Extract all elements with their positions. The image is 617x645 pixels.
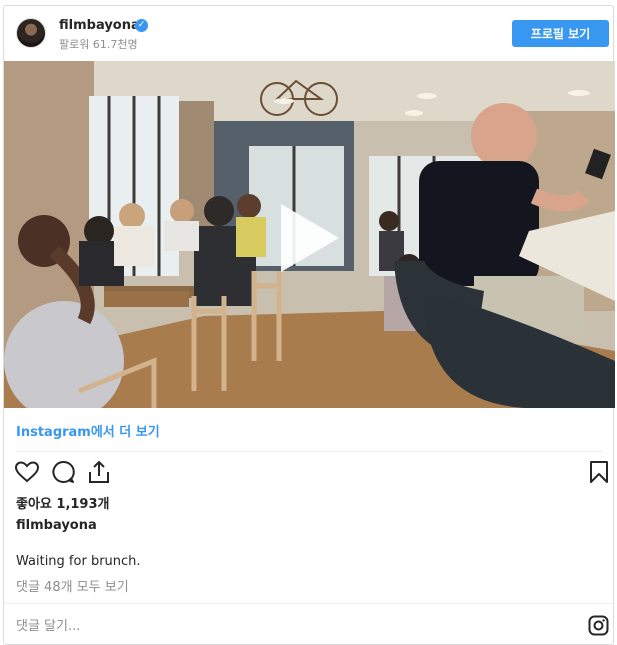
share-icon[interactable] [86, 459, 112, 485]
video-thumbnail[interactable] [4, 61, 615, 408]
view-more-on-instagram-link[interactable]: Instagram에서 더 보기 [16, 421, 160, 440]
view-profile-button[interactable]: 프로필 보기 [512, 20, 609, 47]
likes-count[interactable]: 좋아요 1,193개 [16, 493, 110, 512]
divider [4, 603, 613, 604]
add-comment-input[interactable] [16, 616, 576, 636]
verified-badge-icon: ✓ [135, 19, 148, 32]
play-icon[interactable] [281, 204, 339, 272]
comment-icon[interactable] [50, 459, 76, 485]
instagram-icon[interactable] [588, 615, 609, 636]
instagram-embed-card: filmbayona ✓ 팔로워 61.7천명 프로필 보기 Instagram… [3, 5, 615, 645]
divider [16, 451, 603, 452]
view-all-comments-link[interactable]: 댓글 48개 모두 보기 [16, 576, 129, 595]
username[interactable]: filmbayona [59, 18, 140, 33]
caption-author[interactable]: filmbayona [16, 518, 97, 533]
bookmark-icon[interactable] [586, 459, 612, 485]
avatar[interactable] [16, 18, 46, 48]
post-header: filmbayona ✓ 팔로워 61.7천명 프로필 보기 [4, 6, 613, 62]
heart-icon[interactable] [14, 459, 40, 485]
caption-text: Waiting for brunch. [16, 554, 141, 569]
followers-count: 팔로워 61.7천명 [59, 38, 138, 51]
